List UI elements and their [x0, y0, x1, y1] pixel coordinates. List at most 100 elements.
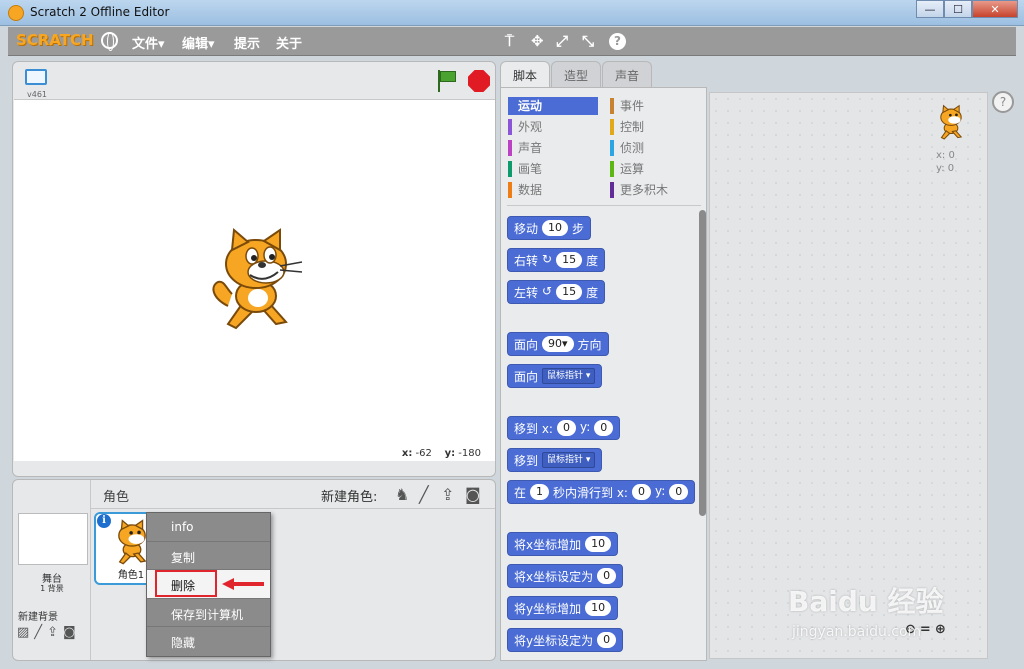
new-backdrop-tools: ▨ ╱ ⇪ ◙ [17, 625, 76, 640]
stop-sign-icon[interactable] [468, 70, 490, 92]
zoom-in-icon[interactable]: ⊕ [935, 622, 946, 637]
delete-cut-icon[interactable]: ✥ [531, 32, 544, 50]
sprite-y-readout: y: 0 [936, 163, 955, 174]
category-label: 控制 [620, 120, 645, 134]
minimize-button[interactable]: — [916, 0, 944, 18]
block-set-x[interactable]: 将x坐标设定为 0 [507, 564, 624, 588]
stage-toolbar: v461 [13, 62, 495, 99]
stage-thumbnail[interactable] [18, 513, 88, 565]
coord-y-label: y: [444, 448, 456, 459]
category-label: 运算 [620, 162, 645, 176]
category-sound[interactable]: 声音 [508, 139, 598, 157]
scratch-app-icon [8, 5, 24, 21]
menu-item-save-to-computer[interactable]: 保存到计算机 [147, 599, 270, 628]
block-goto[interactable]: 移到 鼠标指针 ▾ [507, 448, 603, 472]
rotate-right-icon: ↻ [542, 252, 553, 266]
new-backdrop-label: 新建背景 [18, 612, 58, 623]
close-button[interactable]: ✕ [972, 0, 1018, 18]
category-control[interactable]: 控制 [610, 118, 700, 136]
category-label: 事件 [620, 99, 645, 113]
block-palette: 运动 事件 外观 控制 声音 侦测 画笔 运算 数据 更多积木 移动 10 步 右转… [500, 87, 707, 661]
window-title: Scratch 2 Offline Editor [30, 5, 170, 19]
category-operators[interactable]: 运算 [610, 160, 700, 178]
menu-tips[interactable]: 提示 [234, 33, 260, 52]
baidu-watermark: Baidu 经验 [788, 585, 944, 618]
category-label: 外观 [518, 120, 543, 134]
menu-item-duplicate[interactable]: 复制 [147, 542, 270, 571]
menu-file[interactable]: 文件▾ [132, 33, 165, 52]
category-label: 更多积木 [620, 183, 669, 197]
menu-item-hide[interactable]: 隐藏 [147, 627, 270, 656]
info-icon[interactable]: i [97, 514, 111, 528]
palette-scrollbar[interactable] [699, 210, 706, 516]
paint-sprite-icon[interactable]: ╱ [419, 485, 429, 504]
camera-backdrop-icon[interactable]: ◙ [63, 625, 76, 640]
sprite-x-readout: x: 0 [936, 150, 955, 161]
grow-icon[interactable]: ⤢ [556, 32, 568, 50]
scratch-cat-sprite[interactable] [206, 228, 306, 334]
block-help-icon[interactable]: ? [609, 33, 626, 50]
language-globe-icon[interactable] [101, 32, 118, 51]
coord-x-label: x: [401, 448, 413, 459]
tab-scripts[interactable]: 脚本 [500, 61, 551, 88]
category-looks[interactable]: 外观 [508, 118, 598, 136]
category-data[interactable]: 数据 [508, 181, 598, 199]
menu-about[interactable]: 关于 [276, 33, 302, 52]
window-controls: — ☐ ✕ [916, 0, 1018, 18]
category-label: 画笔 [518, 162, 543, 176]
menu-edit[interactable]: 编辑▾ [182, 33, 215, 52]
stage-panel: v461 x: -62 y: -180 [12, 61, 496, 477]
fullscreen-icon[interactable] [25, 69, 47, 85]
tab-costumes[interactable]: 造型 [551, 61, 602, 88]
upload-backdrop-icon[interactable]: ⇪ [47, 625, 58, 640]
new-sprite-label: 新建角色: [321, 490, 378, 505]
block-point-towards[interactable]: 面向 鼠标指针 ▾ [507, 364, 603, 388]
tab-sounds[interactable]: 声音 [602, 61, 653, 88]
block-set-y[interactable]: 将y坐标设定为 0 [507, 628, 624, 652]
maximize-button[interactable]: ☐ [944, 0, 972, 18]
shrink-icon[interactable]: ⤡ [582, 32, 594, 50]
category-label: 运动 [518, 99, 543, 113]
backdrop-library-icon[interactable]: ▨ [17, 625, 29, 640]
category-label: 数据 [518, 183, 543, 197]
block-move-steps[interactable]: 移动 10 步 [507, 216, 592, 240]
block-turn-left[interactable]: 左转 ↺ 15 度 [507, 280, 606, 304]
version-label: v461 [27, 90, 48, 99]
annotation-arrow-icon [222, 578, 264, 590]
duplicate-stamp-icon[interactable]: ⍑ [505, 32, 514, 50]
stage-canvas[interactable]: x: -62 y: -180 [14, 99, 495, 461]
block-point-direction[interactable]: 面向 90▾ 方向 [507, 332, 609, 356]
block-turn-right[interactable]: 右转 ↻ 15 度 [507, 248, 606, 272]
palette-divider [507, 205, 701, 206]
annotation-highlight-box [155, 570, 217, 597]
scripts-area[interactable]: x: 0 y: 0 [709, 92, 988, 659]
category-motion[interactable]: 运动 [508, 97, 598, 115]
category-pen[interactable]: 画笔 [508, 160, 598, 178]
baidu-watermark-url: jingyan.baidu.com [792, 624, 922, 640]
green-flag-icon[interactable] [436, 70, 456, 92]
block-change-x[interactable]: 将x坐标增加 10 [507, 532, 619, 556]
paint-backdrop-icon[interactable]: ╱ [34, 625, 42, 640]
category-events[interactable]: 事件 [610, 97, 700, 115]
mouse-coordinates: x: -62 y: -180 [402, 448, 481, 459]
upload-sprite-icon[interactable]: ⇪ [441, 485, 454, 504]
zoom-reset-icon[interactable]: = [920, 622, 931, 637]
editor-tabs: 脚本 造型 声音 [500, 61, 653, 88]
menu-item-info[interactable]: info [147, 513, 270, 542]
block-goto-xy[interactable]: 移到 x: 0 y: 0 [507, 416, 621, 440]
scratch-logo[interactable]: SCRATCH [16, 31, 94, 49]
category-sensing[interactable]: 侦测 [610, 139, 700, 157]
sprites-title: 角色 [103, 490, 130, 505]
help-icon[interactable]: ? [992, 91, 1014, 113]
sprite-library-icon[interactable]: ♞ [395, 485, 409, 504]
category-label: 声音 [518, 141, 543, 155]
sprite-header: 角色 新建角色: ♞ ╱ ⇪ ◙ [91, 480, 495, 509]
block-change-y[interactable]: 将y坐标增加 10 [507, 596, 619, 620]
stage-backdrop-count: 1 背景 [40, 584, 64, 593]
category-more-blocks[interactable]: 更多积木 [610, 181, 700, 199]
camera-sprite-icon[interactable]: ◙ [465, 485, 481, 504]
stage-column: 舞台 1 背景 新建背景 ▨ ╱ ⇪ ◙ [13, 480, 91, 660]
block-glide[interactable]: 在 1 秒内滑行到 x: 0 y: 0 [507, 480, 696, 504]
current-sprite-thumbnail [940, 104, 963, 140]
menu-bar: SCRATCH 文件▾ 编辑▾ 提示 关于 ⍑ ✥ ⤢ ⤡ ? [8, 27, 1016, 56]
